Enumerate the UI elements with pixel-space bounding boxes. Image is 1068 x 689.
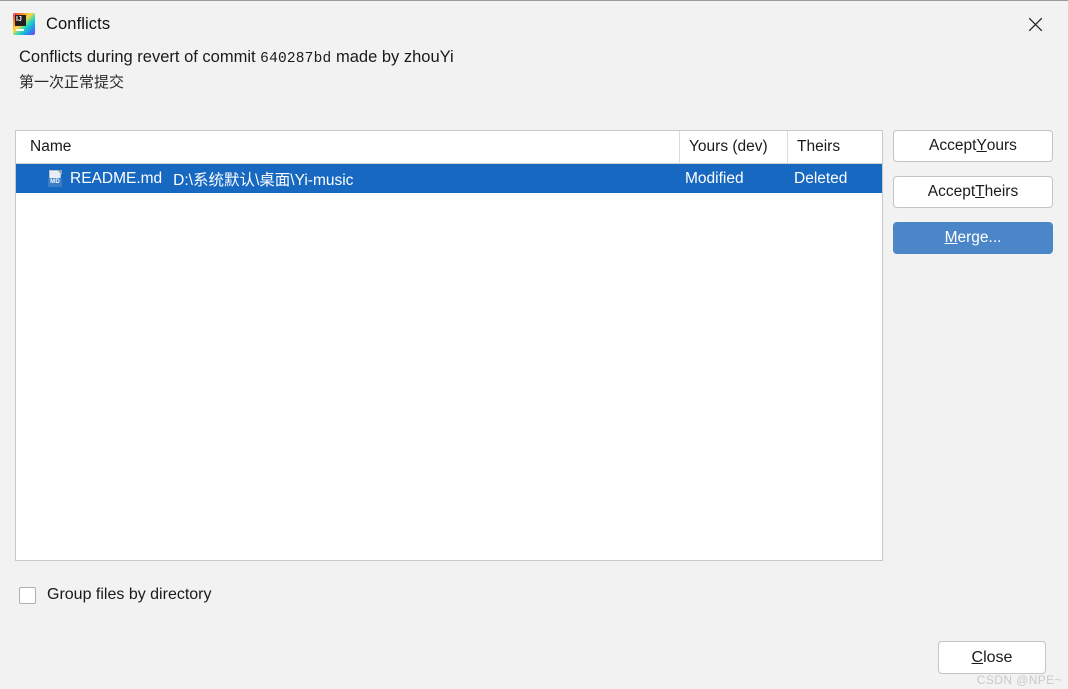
accept-yours-label-post: ours bbox=[986, 137, 1017, 154]
accept-yours-mnemonic: Y bbox=[976, 137, 987, 154]
cell-theirs-status: Deleted bbox=[794, 169, 848, 187]
intellij-idea-icon bbox=[13, 13, 35, 35]
cell-yours-status: Modified bbox=[685, 169, 744, 187]
conflict-description: Conflicts during revert of commit 640287… bbox=[0, 45, 1068, 94]
markdown-badge-label: MD bbox=[48, 178, 62, 187]
accept-theirs-label-post: heirs bbox=[984, 183, 1019, 200]
description-suffix: made by zhouYi bbox=[331, 48, 454, 66]
watermark: CSDN @NPE~ bbox=[976, 673, 1062, 687]
main-content: Name Yours (dev) Theirs MD README.md D:\… bbox=[0, 130, 1068, 561]
cell-file-name: MD README.md D:\系统默认\桌面\Yi-music bbox=[16, 168, 680, 190]
window-title: Conflicts bbox=[46, 14, 111, 33]
close-icon[interactable] bbox=[1018, 9, 1052, 39]
close-button-label: lose bbox=[983, 648, 1013, 666]
merge-mnemonic: M bbox=[944, 229, 958, 246]
close-button-mnemonic: C bbox=[971, 648, 984, 666]
group-files-checkbox[interactable] bbox=[19, 586, 36, 604]
column-header-yours[interactable]: Yours (dev) bbox=[680, 131, 788, 163]
accept-theirs-button[interactable]: Accept Theirs bbox=[893, 176, 1053, 208]
accept-theirs-label-pre: Accept bbox=[927, 183, 976, 200]
merge-label-post: erge... bbox=[957, 229, 1002, 246]
accept-yours-label-pre: Accept bbox=[929, 137, 977, 154]
conflicts-table[interactable]: Name Yours (dev) Theirs MD README.md D:\… bbox=[15, 130, 883, 561]
markdown-file-icon: MD bbox=[48, 170, 63, 187]
group-files-label: Group files by directory bbox=[47, 586, 212, 603]
commit-message: 第一次正常提交 bbox=[19, 74, 125, 91]
title-bar: Conflicts bbox=[0, 1, 1068, 47]
conflict-description-main: Conflicts during revert of commit 640287… bbox=[19, 45, 1068, 71]
description-prefix: Conflicts during revert of commit bbox=[19, 48, 261, 66]
merge-button[interactable]: Merge... bbox=[893, 222, 1053, 254]
file-name-label: README.md bbox=[70, 169, 163, 187]
accept-theirs-mnemonic: T bbox=[975, 183, 985, 200]
close-button[interactable]: Close bbox=[938, 641, 1046, 674]
table-header-row: Name Yours (dev) Theirs bbox=[16, 131, 882, 164]
action-buttons: Accept Yours Accept Theirs Merge... bbox=[893, 130, 1053, 254]
file-path-label: D:\系统默认\桌面\Yi-music bbox=[173, 171, 354, 189]
table-row[interactable]: MD README.md D:\系统默认\桌面\Yi-music Modifie… bbox=[16, 164, 882, 193]
column-header-name[interactable]: Name bbox=[16, 131, 680, 163]
accept-yours-button[interactable]: Accept Yours bbox=[893, 130, 1053, 162]
group-files-by-directory-row[interactable]: Group files by directory bbox=[19, 586, 212, 604]
column-header-theirs[interactable]: Theirs bbox=[788, 131, 882, 163]
commit-hash: 640287bd bbox=[260, 51, 332, 67]
